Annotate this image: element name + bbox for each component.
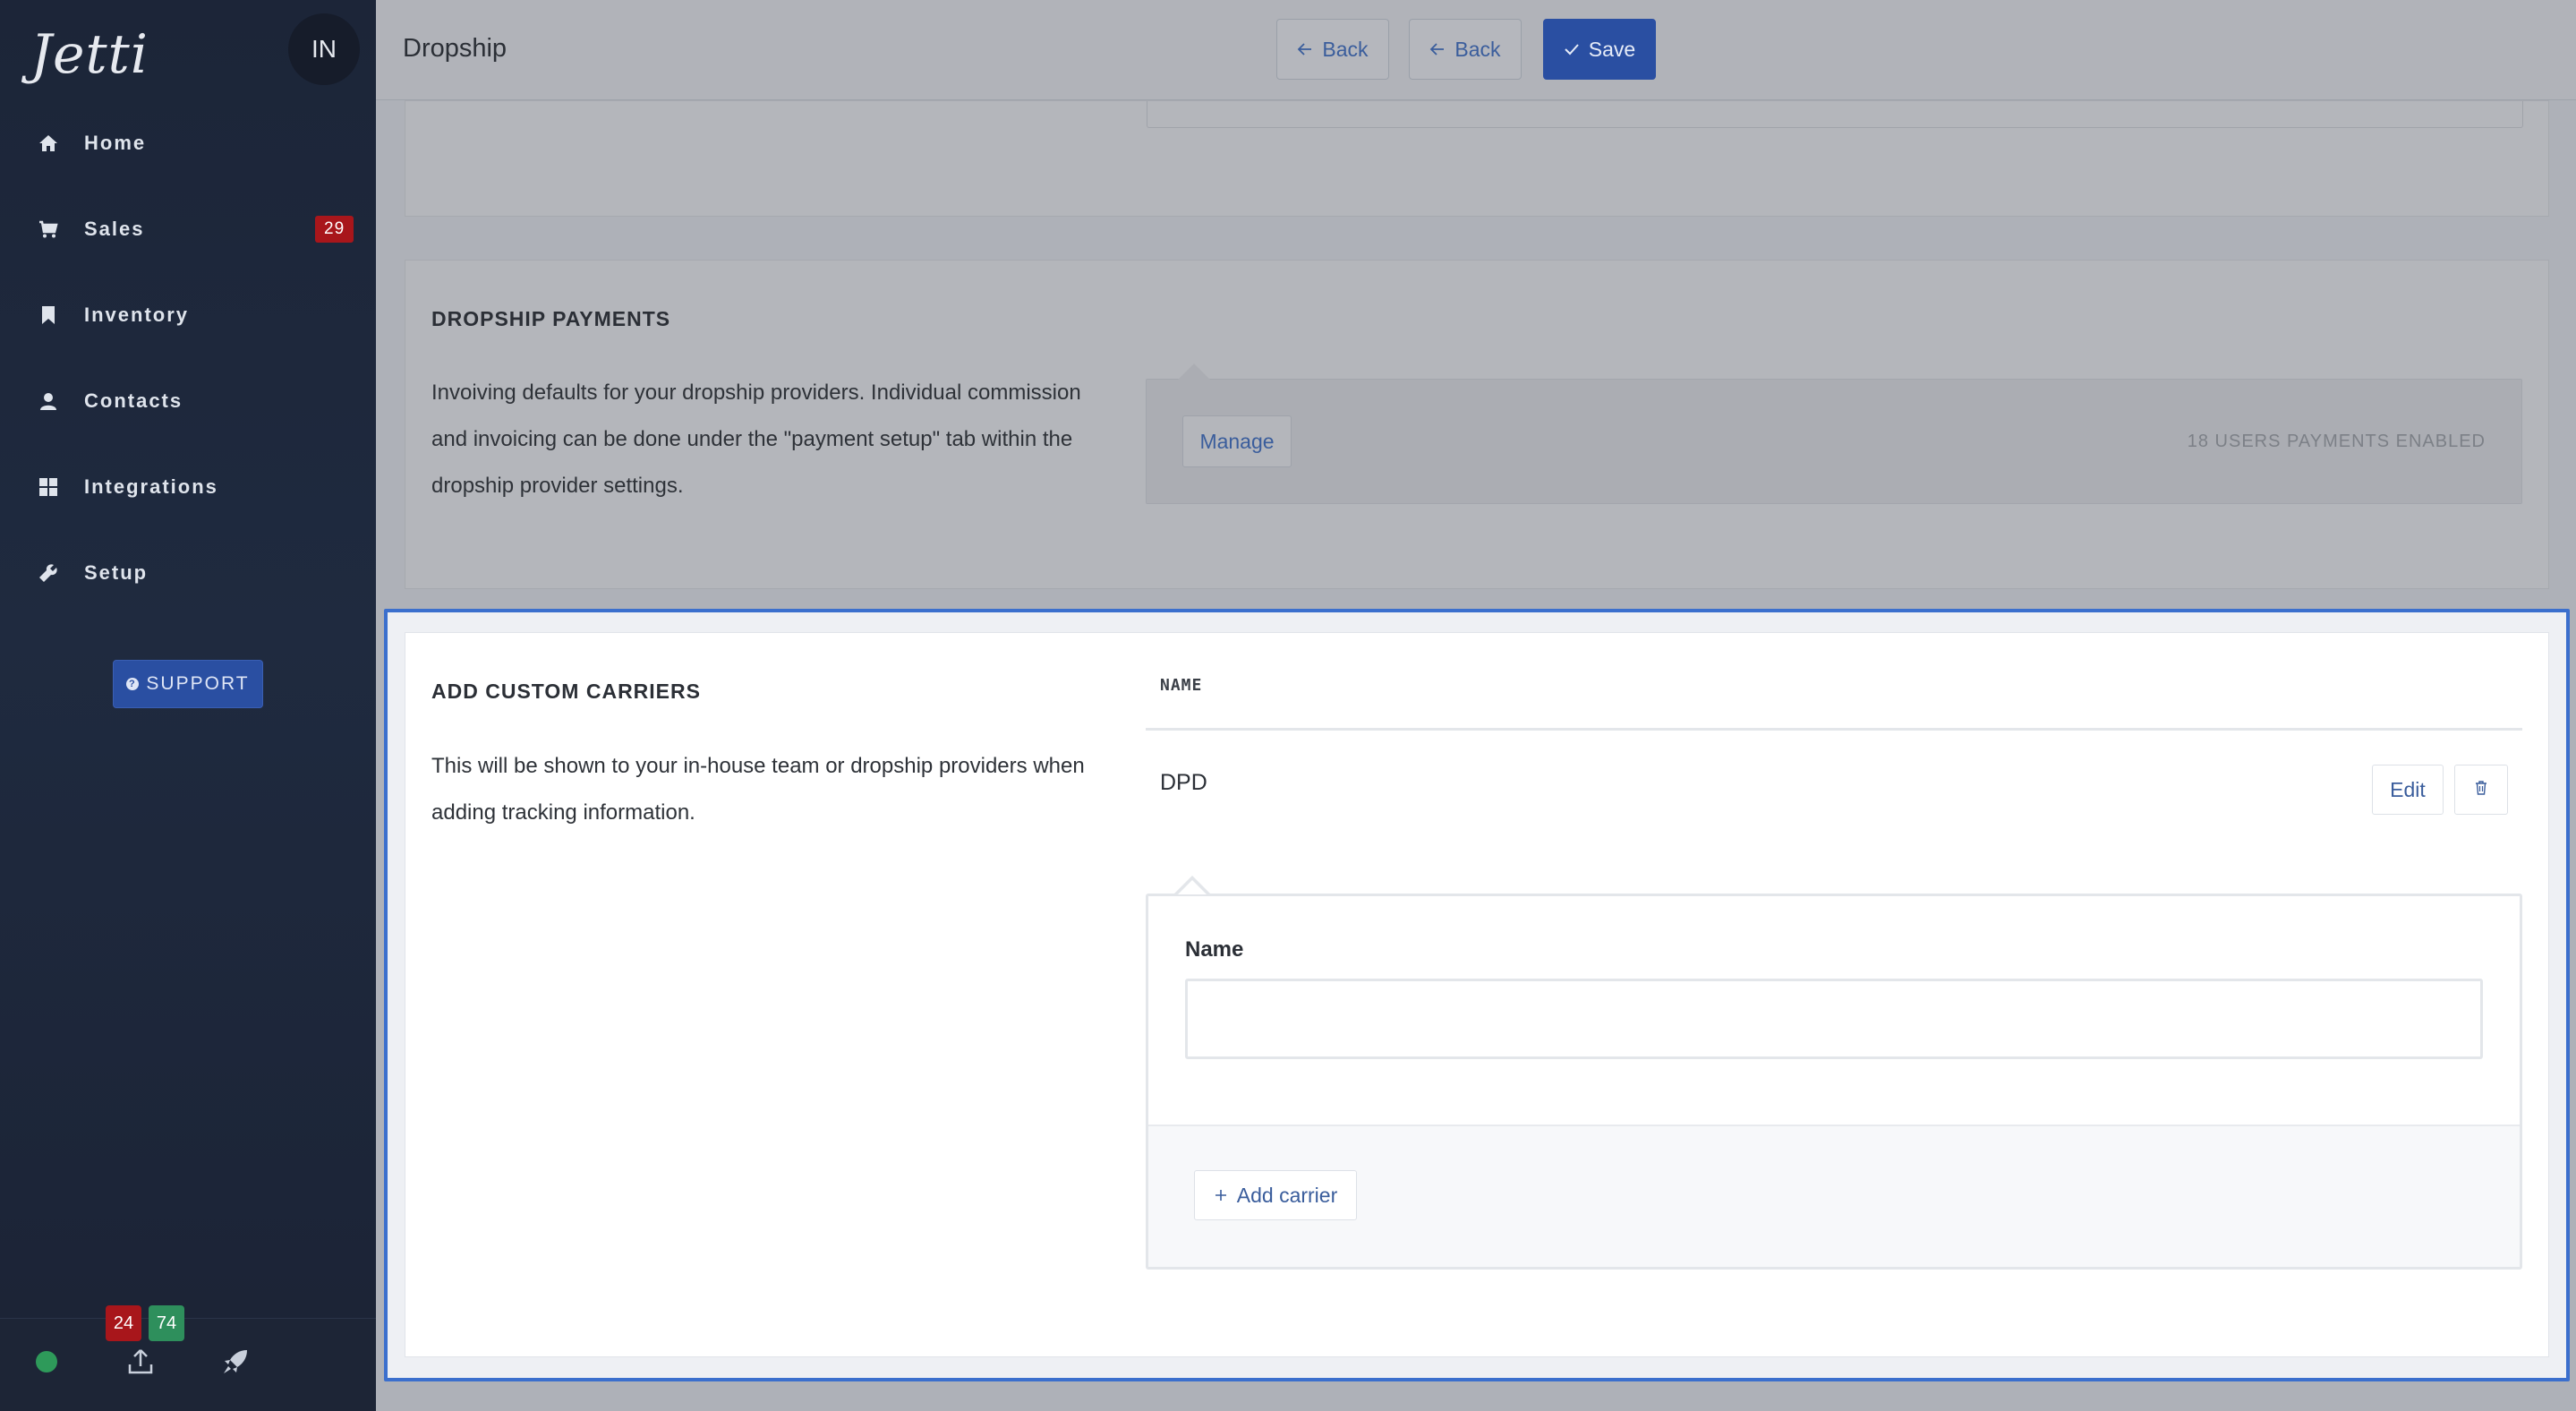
sidebar-item-integrations[interactable]: Integrations <box>0 460 376 514</box>
arrow-left-icon <box>1429 38 1446 62</box>
payments-description-line: Invoiving defaults for your dropship pro… <box>431 381 1081 405</box>
previous-section-box <box>1147 101 2523 128</box>
sidebar-item-sales[interactable]: Sales 29 <box>0 202 376 256</box>
grid-icon <box>38 476 59 498</box>
carriers-section-title: ADD CUSTOM CARRIERS <box>431 680 701 703</box>
rocket-icon[interactable] <box>220 1347 251 1377</box>
sidebar-item-label: Inventory <box>84 304 190 326</box>
carriers-description: This will be shown to your in-house team… <box>431 743 1085 836</box>
back-label: Back <box>1454 37 1501 61</box>
table-header-divider <box>1146 728 2522 731</box>
user-icon <box>38 390 59 412</box>
sidebar-item-home[interactable]: Home <box>0 116 376 170</box>
arrow-left-icon <box>1297 38 1313 62</box>
carriers-description-line: This will be shown to your in-house team… <box>431 754 1085 778</box>
payments-section-title: DROPSHIP PAYMENTS <box>431 307 671 330</box>
payments-panel: Manage 18 USERS PAYMENTS ENABLED <box>1146 363 2522 504</box>
payments-status-text: 18 USERS PAYMENTS ENABLED <box>2187 432 2486 451</box>
carriers-description-line: adding tracking information. <box>431 800 695 825</box>
name-column-header[interactable]: NAME <box>1160 676 1202 695</box>
edit-carrier-button[interactable]: Edit <box>2372 765 2444 815</box>
top-header: Dropship Back Back Save <box>376 0 2576 100</box>
add-carrier-button[interactable]: Add carrier <box>1194 1170 1357 1220</box>
status-indicator[interactable] <box>36 1351 57 1373</box>
carrier-name-cell: DPD <box>1160 770 1207 795</box>
payments-description-line: and invoicing can be done under the "pay… <box>431 427 1073 451</box>
wrench-icon <box>38 562 59 584</box>
back-button[interactable]: Back <box>1276 19 1389 80</box>
sidebar-item-label: Setup <box>84 561 149 584</box>
payments-description-line: dropship provider settings. <box>431 474 684 498</box>
panel-caret <box>1178 363 1210 380</box>
support-button[interactable]: ? SUPPORT <box>113 660 263 708</box>
upload-icon[interactable] <box>125 1347 156 1377</box>
bookmark-icon <box>38 304 59 326</box>
manage-button[interactable]: Manage <box>1182 415 1292 467</box>
support-label: SUPPORT <box>146 673 250 694</box>
back-label: Back <box>1322 37 1369 61</box>
sidebar-item-label: Integrations <box>84 475 218 498</box>
page-title: Dropship <box>403 34 508 63</box>
sidebar-item-label: Home <box>84 132 147 154</box>
sales-count-badge: 29 <box>315 216 354 243</box>
sidebar-item-label: Sales <box>84 218 145 240</box>
add-carrier-label: Add carrier <box>1236 1183 1338 1207</box>
check-icon <box>1564 38 1580 62</box>
jetti-logo[interactable]: Jetti <box>30 23 149 86</box>
sidebar-item-setup[interactable]: Setup <box>0 546 376 600</box>
carrier-name-label: Name <box>1185 937 1244 962</box>
error-count-badge[interactable]: 24 <box>106 1305 141 1341</box>
sidebar: Jetti IN Home Sales 29 Inventory Contact… <box>0 0 376 1411</box>
previous-section-card <box>405 100 2549 217</box>
sidebar-item-label: Contacts <box>84 389 183 412</box>
form-caret-inner <box>1178 880 1207 894</box>
cart-icon <box>38 218 59 240</box>
save-label: Save <box>1588 37 1636 61</box>
sidebar-item-inventory[interactable]: Inventory <box>0 288 376 342</box>
back-button-secondary[interactable]: Back <box>1409 19 1522 80</box>
help-icon: ? <box>126 678 140 690</box>
trash-icon <box>2474 780 2488 800</box>
carrier-name-input[interactable] <box>1185 979 2483 1059</box>
save-button[interactable]: Save <box>1543 19 1656 80</box>
user-avatar[interactable]: IN <box>288 13 360 85</box>
home-icon <box>38 133 59 154</box>
payments-description: Invoiving defaults for your dropship pro… <box>431 370 1081 509</box>
success-count-badge[interactable]: 74 <box>149 1305 184 1341</box>
plus-icon <box>1214 1184 1228 1208</box>
delete-carrier-button[interactable] <box>2454 765 2508 815</box>
sidebar-item-contacts[interactable]: Contacts <box>0 374 376 428</box>
